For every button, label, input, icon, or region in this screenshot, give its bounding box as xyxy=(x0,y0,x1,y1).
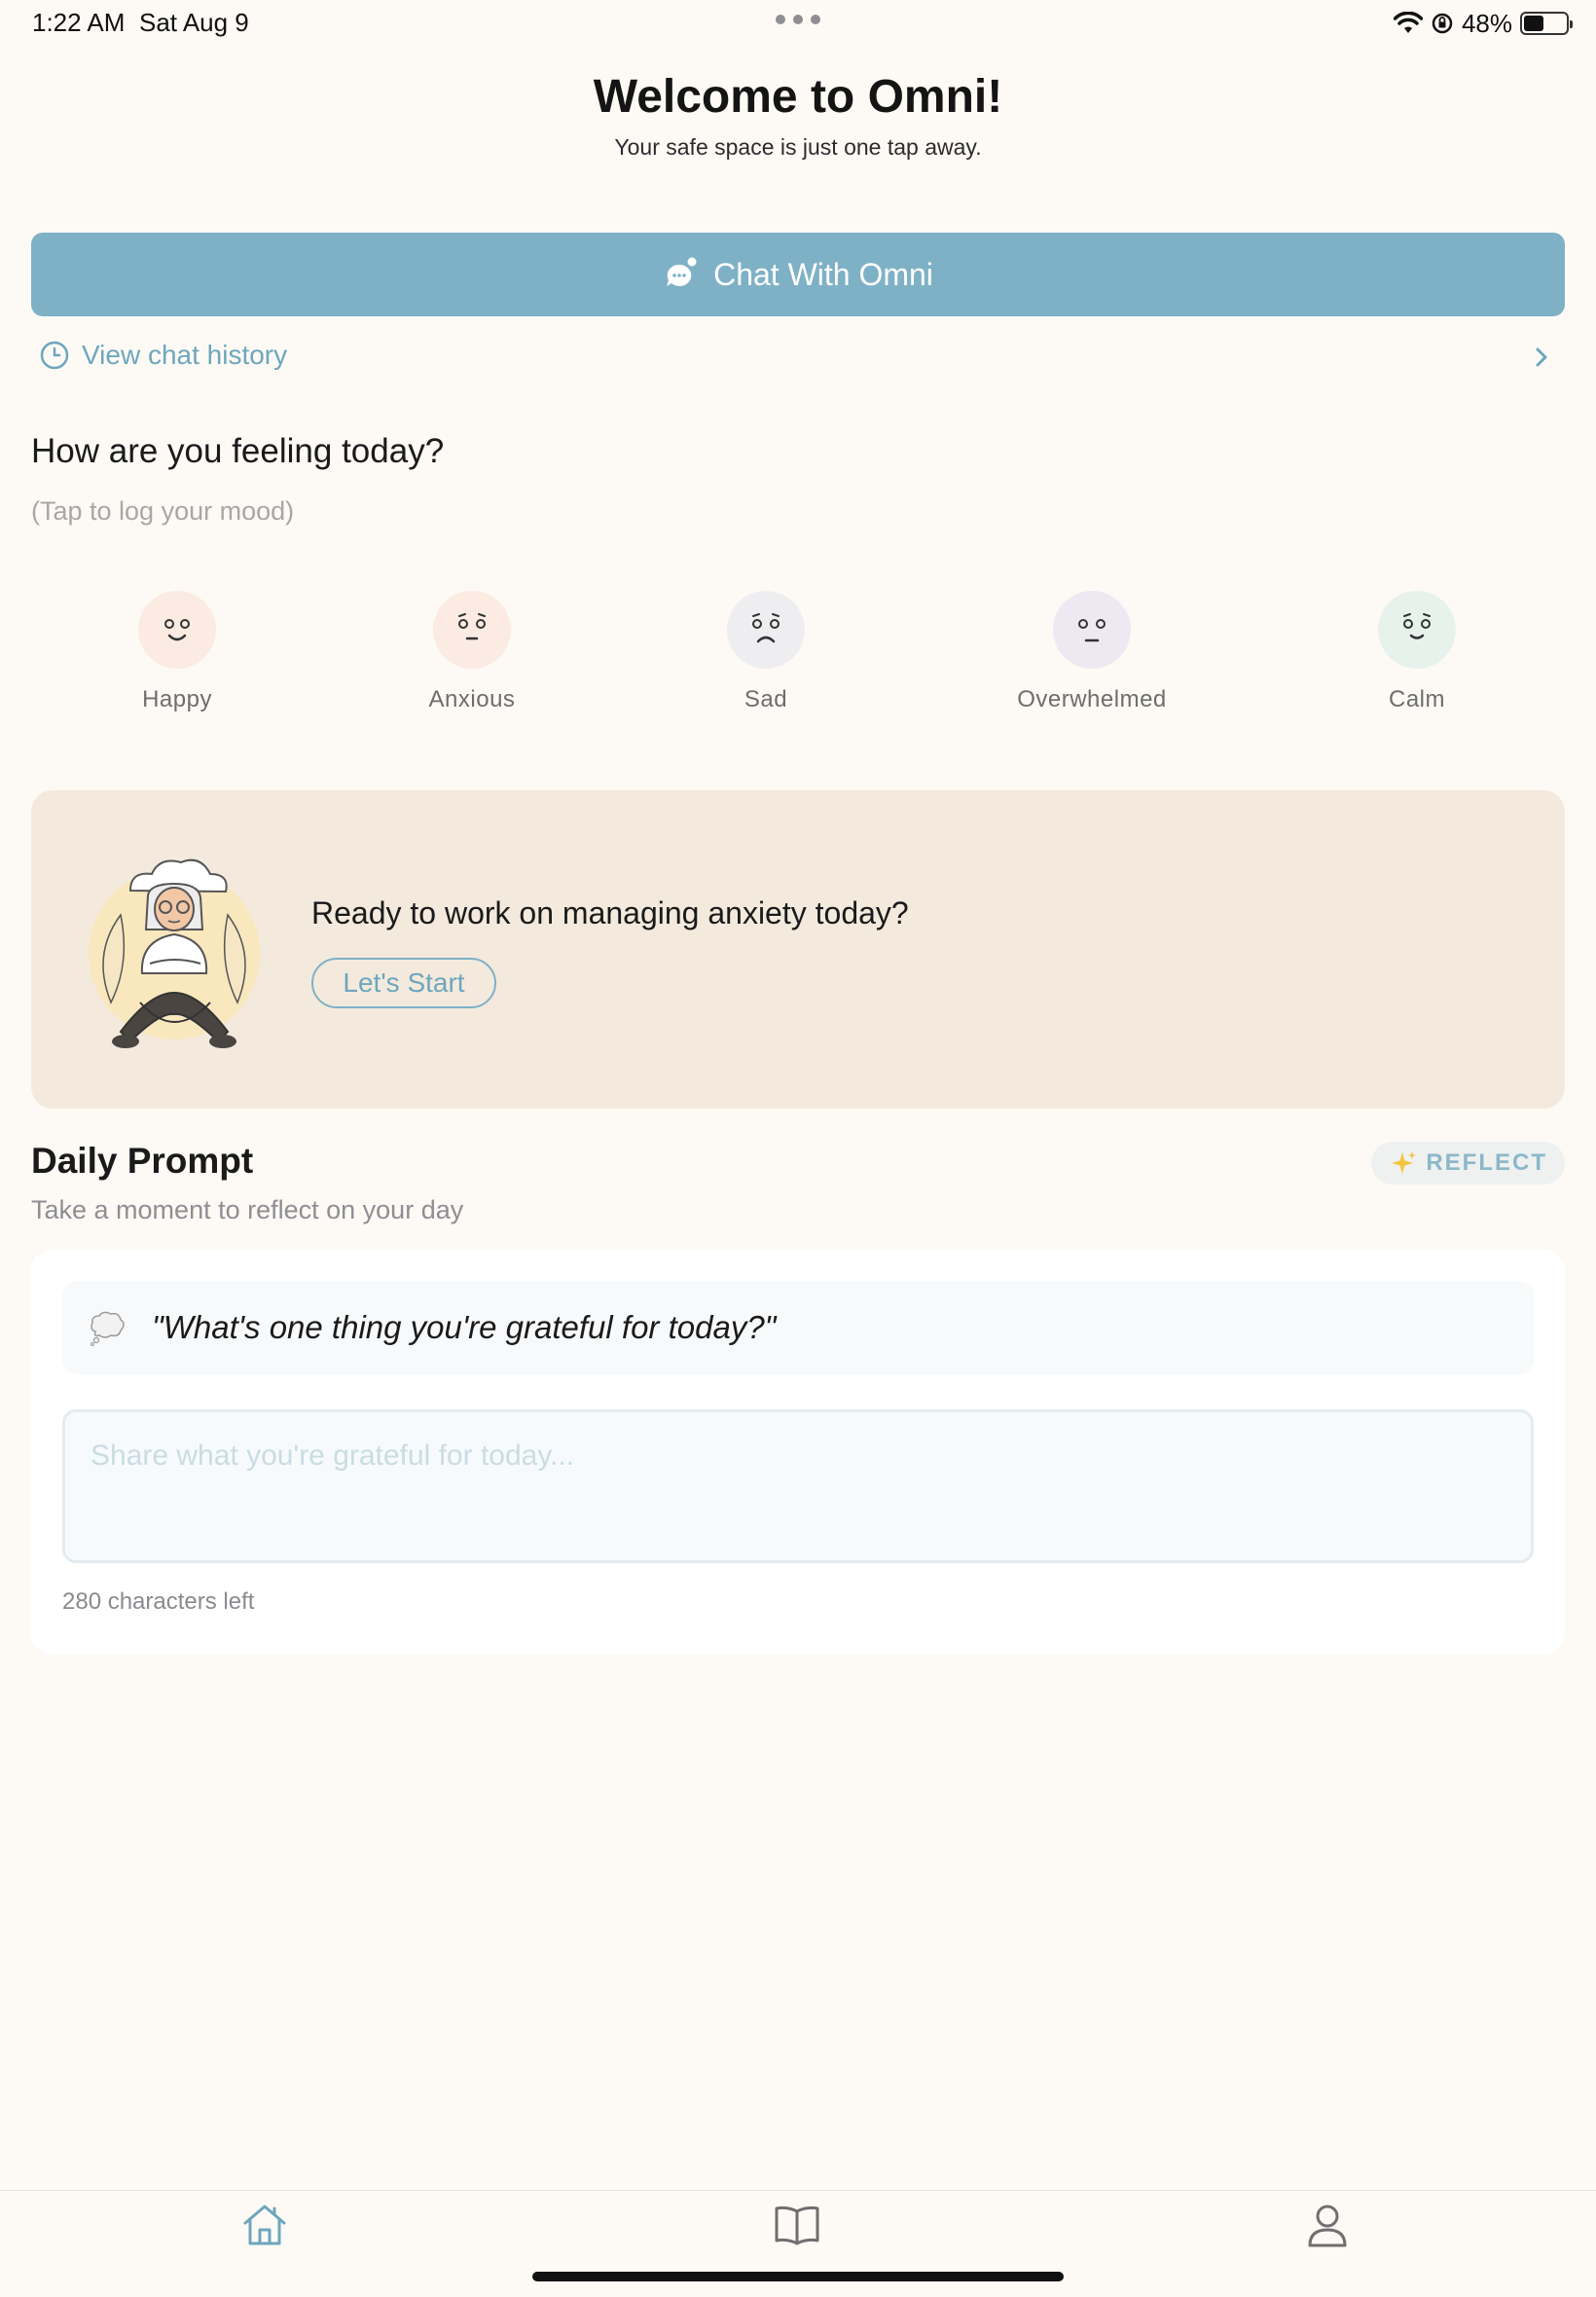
status-time: 1:22 AM xyxy=(32,8,126,37)
multitasking-dots-icon[interactable] xyxy=(776,14,820,25)
person-icon xyxy=(1308,2205,1347,2247)
gratitude-input[interactable] xyxy=(62,1409,1534,1563)
book-icon xyxy=(775,2206,819,2245)
mood-label: Anxious xyxy=(428,686,516,712)
character-count: 280 characters left xyxy=(62,1588,255,1615)
wifi-icon xyxy=(1393,12,1423,33)
chevron-right-icon[interactable] xyxy=(1530,343,1553,372)
page-subtitle: Your safe space is just one tap away. xyxy=(614,134,982,160)
mood-subheading: (Tap to log your mood) xyxy=(31,496,295,526)
overwhelmed-face-icon xyxy=(1053,591,1131,669)
page-title: Welcome to Omni! xyxy=(593,71,1003,123)
calm-face-icon xyxy=(1378,591,1456,669)
reflect-badge[interactable]: REFLECT xyxy=(1371,1142,1565,1185)
battery-icon xyxy=(1520,12,1573,35)
daily-prompt-heading: Daily Prompt xyxy=(31,1141,254,1181)
reflect-badge-label: REFLECT xyxy=(1426,1149,1547,1176)
status-date: Sat Aug 9 xyxy=(139,8,249,37)
battery-percent: 48% xyxy=(1461,8,1512,38)
meditating-person-illustration xyxy=(89,858,260,1048)
anxious-face-icon xyxy=(433,591,511,669)
sad-face-icon xyxy=(727,591,805,669)
mood-overwhelmed[interactable]: Overwhelmed xyxy=(985,591,1199,713)
tab-profile[interactable] xyxy=(1296,2194,1359,2256)
mood-label: Happy xyxy=(142,686,212,712)
home-indicator[interactable] xyxy=(532,2272,1064,2281)
mood-anxious[interactable]: Anxious xyxy=(365,591,579,713)
chat-bubble-icon xyxy=(667,257,697,286)
anxiety-card-text: Ready to work on managing anxiety today? xyxy=(311,895,909,930)
rotation-lock-icon xyxy=(1432,13,1453,34)
tab-journal[interactable] xyxy=(766,2194,828,2256)
status-indicators: 48% xyxy=(1393,6,1573,41)
clock-icon xyxy=(40,341,69,370)
tab-home[interactable] xyxy=(234,2194,296,2256)
home-icon xyxy=(243,2205,286,2245)
mood-label: Sad xyxy=(744,686,788,712)
tab-bar-divider xyxy=(0,2190,1596,2191)
daily-prompt-subheading: Take a moment to reflect on your day xyxy=(31,1195,464,1224)
happy-face-icon xyxy=(138,591,216,669)
mood-label: Calm xyxy=(1388,686,1445,712)
battery-fill xyxy=(1524,16,1544,31)
mood-sad[interactable]: Sad xyxy=(659,591,873,713)
mood-happy[interactable]: Happy xyxy=(70,591,284,713)
view-chat-history-link[interactable]: View chat history xyxy=(39,340,287,371)
prompt-question: "What's one thing you're grateful for to… xyxy=(152,1309,777,1345)
history-link-label: View chat history xyxy=(82,340,288,370)
mood-label: Overwhelmed xyxy=(1017,686,1167,712)
mood-heading: How are you feeling today? xyxy=(31,432,445,470)
lets-start-button[interactable]: Let's Start xyxy=(311,958,496,1008)
chat-button-label: Chat With Omni xyxy=(713,256,933,292)
thought-bubble-icon xyxy=(91,1311,125,1346)
chat-with-omni-button[interactable]: Chat With Omni xyxy=(31,233,1565,316)
mood-calm[interactable]: Calm xyxy=(1310,591,1524,713)
prompt-question-box: "What's one thing you're grateful for to… xyxy=(62,1281,1534,1374)
sparkles-icon xyxy=(1392,1151,1417,1174)
